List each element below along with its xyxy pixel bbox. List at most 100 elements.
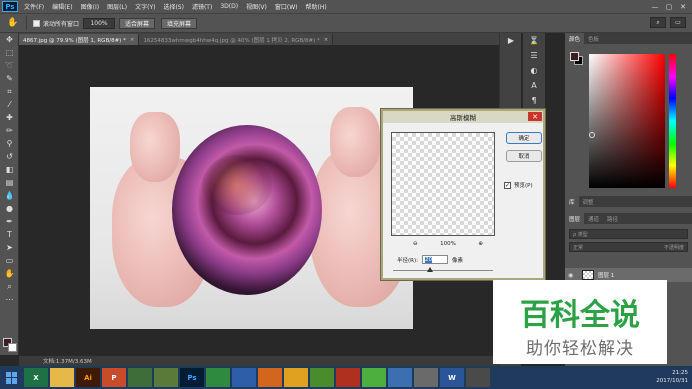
- history-brush-tool-icon[interactable]: ↺: [0, 150, 19, 163]
- menu-edit[interactable]: 编辑(E): [48, 2, 76, 11]
- tab-paths[interactable]: 路径: [603, 213, 622, 224]
- powerpoint-icon[interactable]: P: [102, 368, 126, 387]
- app-icon-10[interactable]: [258, 368, 282, 387]
- hand-tool-icon[interactable]: ✋: [6, 16, 20, 30]
- background-color-swatch[interactable]: [8, 343, 17, 352]
- ok-button[interactable]: 确定: [506, 132, 542, 144]
- document-image[interactable]: [90, 87, 413, 329]
- close-icon[interactable]: ×: [324, 37, 329, 43]
- tab-channels[interactable]: 通道: [584, 213, 603, 224]
- dodge-tool-icon[interactable]: ●: [0, 202, 19, 215]
- start-button[interactable]: [0, 366, 24, 389]
- tab-swatches[interactable]: 色板: [584, 33, 603, 44]
- radius-input[interactable]: 20: [421, 255, 448, 264]
- layer-filter-input[interactable]: ρ 类型: [569, 229, 688, 239]
- hand-tool-icon[interactable]: ✋: [0, 267, 19, 280]
- play-icon[interactable]: ▶: [500, 33, 522, 47]
- menu-image[interactable]: 图像(I): [77, 2, 103, 11]
- more-tools-icon[interactable]: ⋯: [0, 293, 19, 306]
- system-tray-clock[interactable]: 21:25 2017/10/31: [656, 369, 688, 385]
- scroll-all-windows-checkbox[interactable]: [33, 19, 40, 27]
- color-swatches[interactable]: [3, 338, 17, 352]
- character-panel-icon[interactable]: A: [523, 78, 545, 93]
- fit-screen-button[interactable]: 适合屏幕: [119, 17, 156, 29]
- hue-slider[interactable]: [669, 54, 676, 188]
- shape-tool-icon[interactable]: ▭: [0, 254, 19, 267]
- tab-document-active[interactable]: 4867.jpg @ 79.9% (图层 1, RGB/8#) * ×: [19, 34, 140, 45]
- menu-window[interactable]: 窗口(W): [271, 2, 302, 11]
- app-icon-17[interactable]: W: [440, 368, 464, 387]
- radius-slider-thumb[interactable]: [427, 267, 433, 272]
- app-icon-12[interactable]: [310, 368, 334, 387]
- preview-checkbox-row[interactable]: ✓ 预览(P): [504, 181, 533, 189]
- close-window-button[interactable]: ✕: [676, 0, 690, 13]
- maximize-button[interactable]: ▢: [662, 0, 676, 13]
- app-icon-6[interactable]: [154, 368, 178, 387]
- fill-screen-button[interactable]: 填充屏幕: [161, 17, 198, 29]
- preview-checkbox[interactable]: ✓: [504, 181, 511, 189]
- file-explorer-icon[interactable]: [50, 368, 74, 387]
- brush-tool-icon[interactable]: ✏: [0, 124, 19, 137]
- menu-select[interactable]: 选择(S): [159, 2, 188, 11]
- eyedropper-tool-icon[interactable]: ⁄: [0, 98, 19, 111]
- gradient-tool-icon[interactable]: ▤: [0, 176, 19, 189]
- crop-tool-icon[interactable]: ⌗: [0, 85, 19, 98]
- history-panel-icon[interactable]: ⌛: [523, 33, 545, 48]
- app-icon-9[interactable]: [232, 368, 256, 387]
- menu-type[interactable]: 文字(Y): [131, 2, 159, 11]
- app-icon-15[interactable]: [388, 368, 412, 387]
- tab-libraries[interactable]: 库: [565, 196, 579, 207]
- menu-file[interactable]: 文件(F): [20, 2, 48, 11]
- app-icon-5[interactable]: [128, 368, 152, 387]
- clone-stamp-tool-icon[interactable]: ⚲: [0, 137, 19, 150]
- color-picker-field[interactable]: [589, 54, 665, 188]
- tab-color[interactable]: 颜色: [565, 33, 585, 44]
- zoom-in-icon[interactable]: ⊕: [478, 241, 483, 247]
- minimize-button[interactable]: —: [648, 0, 662, 13]
- blur-tool-icon[interactable]: 💧: [0, 189, 19, 202]
- marquee-tool-icon[interactable]: ⬚: [0, 46, 19, 59]
- blur-preview-area[interactable]: [391, 132, 495, 236]
- path-select-tool-icon[interactable]: ➤: [0, 241, 19, 254]
- menu-filter[interactable]: 滤镜(T): [188, 2, 216, 11]
- menu-view[interactable]: 视图(V): [242, 2, 271, 11]
- healing-brush-tool-icon[interactable]: ✚: [0, 111, 19, 124]
- menu-layer[interactable]: 图层(L): [103, 2, 131, 11]
- app-icon-16[interactable]: [414, 368, 438, 387]
- app-icon-18[interactable]: [466, 368, 490, 387]
- workspace-switcher-icon[interactable]: ▭: [670, 17, 686, 28]
- eraser-tool-icon[interactable]: ◧: [0, 163, 19, 176]
- zoom-out-icon[interactable]: ⊖: [413, 241, 418, 247]
- properties-panel-icon[interactable]: ☰: [523, 48, 545, 63]
- search-icon[interactable]: ⌕: [650, 17, 666, 28]
- app-icon-8[interactable]: [206, 368, 230, 387]
- adjustments-panel-icon[interactable]: ◐: [523, 63, 545, 78]
- radius-slider-track[interactable]: [393, 270, 493, 271]
- layer-name[interactable]: 图层 1: [598, 271, 614, 279]
- app-icon-14[interactable]: [362, 368, 386, 387]
- type-tool-icon[interactable]: T: [0, 228, 19, 241]
- app-icon-11[interactable]: [284, 368, 308, 387]
- blend-mode-select[interactable]: 正常 不透明度: [569, 242, 688, 252]
- menu-3d[interactable]: 3D(D): [216, 3, 242, 10]
- cancel-button[interactable]: 取消: [506, 150, 542, 162]
- dialog-close-button[interactable]: ✕: [528, 112, 542, 121]
- zoom-field[interactable]: 100%: [83, 17, 116, 29]
- excel-icon[interactable]: X: [24, 368, 48, 387]
- quick-select-tool-icon[interactable]: ✎: [0, 72, 19, 85]
- zoom-tool-icon[interactable]: ⌕: [0, 280, 19, 293]
- menu-help[interactable]: 帮助(H): [302, 2, 331, 11]
- close-icon[interactable]: ×: [130, 37, 135, 43]
- illustrator-icon[interactable]: Ai: [76, 368, 100, 387]
- move-tool-icon[interactable]: ✥: [0, 33, 19, 46]
- tab-document-inactive[interactable]: 1625483​3whmwgb4hhw4q.jpg @ 40% (图层 1 拷贝…: [139, 34, 334, 45]
- app-icon-13[interactable]: [336, 368, 360, 387]
- color-picker-pointer[interactable]: [589, 132, 595, 138]
- foreground-color-chip[interactable]: [570, 52, 579, 61]
- photoshop-taskbar-icon[interactable]: Ps: [180, 368, 204, 387]
- paragraph-panel-icon[interactable]: ¶: [523, 93, 545, 108]
- dialog-title-bar[interactable]: 高斯模糊 ✕: [383, 111, 543, 123]
- pen-tool-icon[interactable]: ✒: [0, 215, 19, 228]
- tab-layers[interactable]: 图层: [565, 213, 585, 224]
- tab-adjustments[interactable]: 调整: [579, 196, 598, 207]
